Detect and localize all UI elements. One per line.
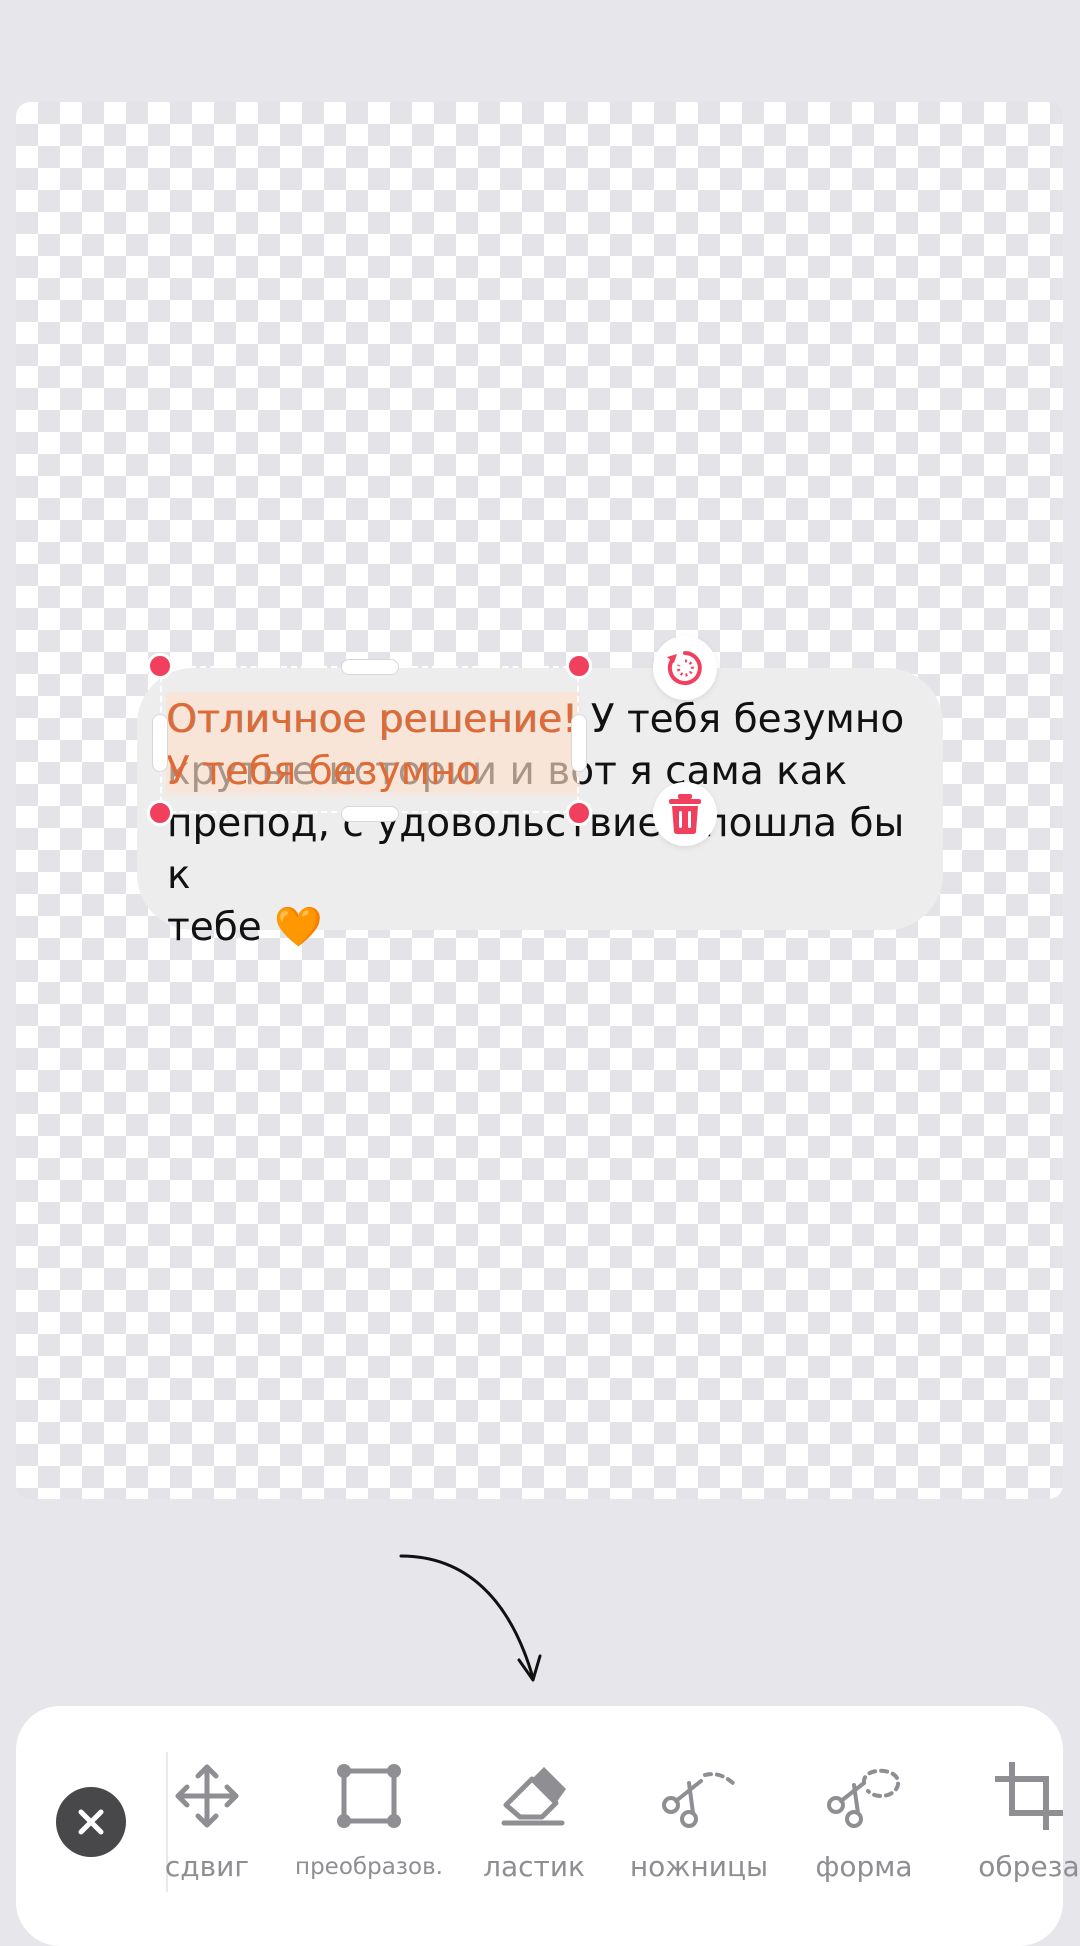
transform-icon bbox=[337, 1764, 401, 1828]
tool-label: обреза bbox=[978, 1850, 1080, 1883]
tool-label: ластик bbox=[483, 1850, 585, 1883]
close-icon bbox=[78, 1809, 104, 1835]
tool-shape[interactable]: форма bbox=[779, 1756, 949, 1906]
selection-frame[interactable] bbox=[160, 666, 579, 813]
scissors-icon bbox=[662, 1772, 737, 1828]
edge-handle-bottom[interactable] bbox=[341, 806, 399, 822]
eraser-icon bbox=[501, 1767, 566, 1826]
tool-eraser[interactable]: ластик bbox=[449, 1756, 619, 1906]
edge-handle-top[interactable] bbox=[341, 659, 399, 675]
close-button[interactable] bbox=[56, 1787, 126, 1857]
tool-label: ножницы bbox=[629, 1850, 769, 1883]
tool-label: преобразов. bbox=[295, 1854, 443, 1880]
tool-label: форма bbox=[815, 1850, 913, 1883]
corner-handle-bottom-right[interactable] bbox=[566, 800, 592, 826]
rotate-icon bbox=[667, 651, 702, 685]
shape-cut-icon bbox=[827, 1768, 901, 1828]
trash-icon bbox=[669, 794, 701, 834]
tool-scissors[interactable]: ножницы bbox=[614, 1756, 784, 1906]
tool-label: сдвиг bbox=[164, 1850, 250, 1883]
tool-crop[interactable]: обреза bbox=[944, 1756, 1080, 1906]
rotate-button[interactable] bbox=[653, 636, 717, 700]
tool-move[interactable]: сдвиг bbox=[122, 1756, 292, 1906]
move-icon bbox=[175, 1764, 239, 1828]
crop-icon bbox=[995, 1762, 1063, 1830]
curved-arrow-icon bbox=[399, 1554, 542, 1682]
edge-handle-right[interactable] bbox=[571, 714, 587, 772]
corner-handle-top-left[interactable] bbox=[147, 653, 173, 679]
corner-handle-bottom-left[interactable] bbox=[147, 800, 173, 826]
edge-handle-left[interactable] bbox=[152, 714, 168, 772]
delete-button[interactable] bbox=[653, 782, 717, 846]
corner-handle-top-right[interactable] bbox=[566, 653, 592, 679]
tool-transform[interactable]: преобразов. bbox=[284, 1756, 454, 1906]
